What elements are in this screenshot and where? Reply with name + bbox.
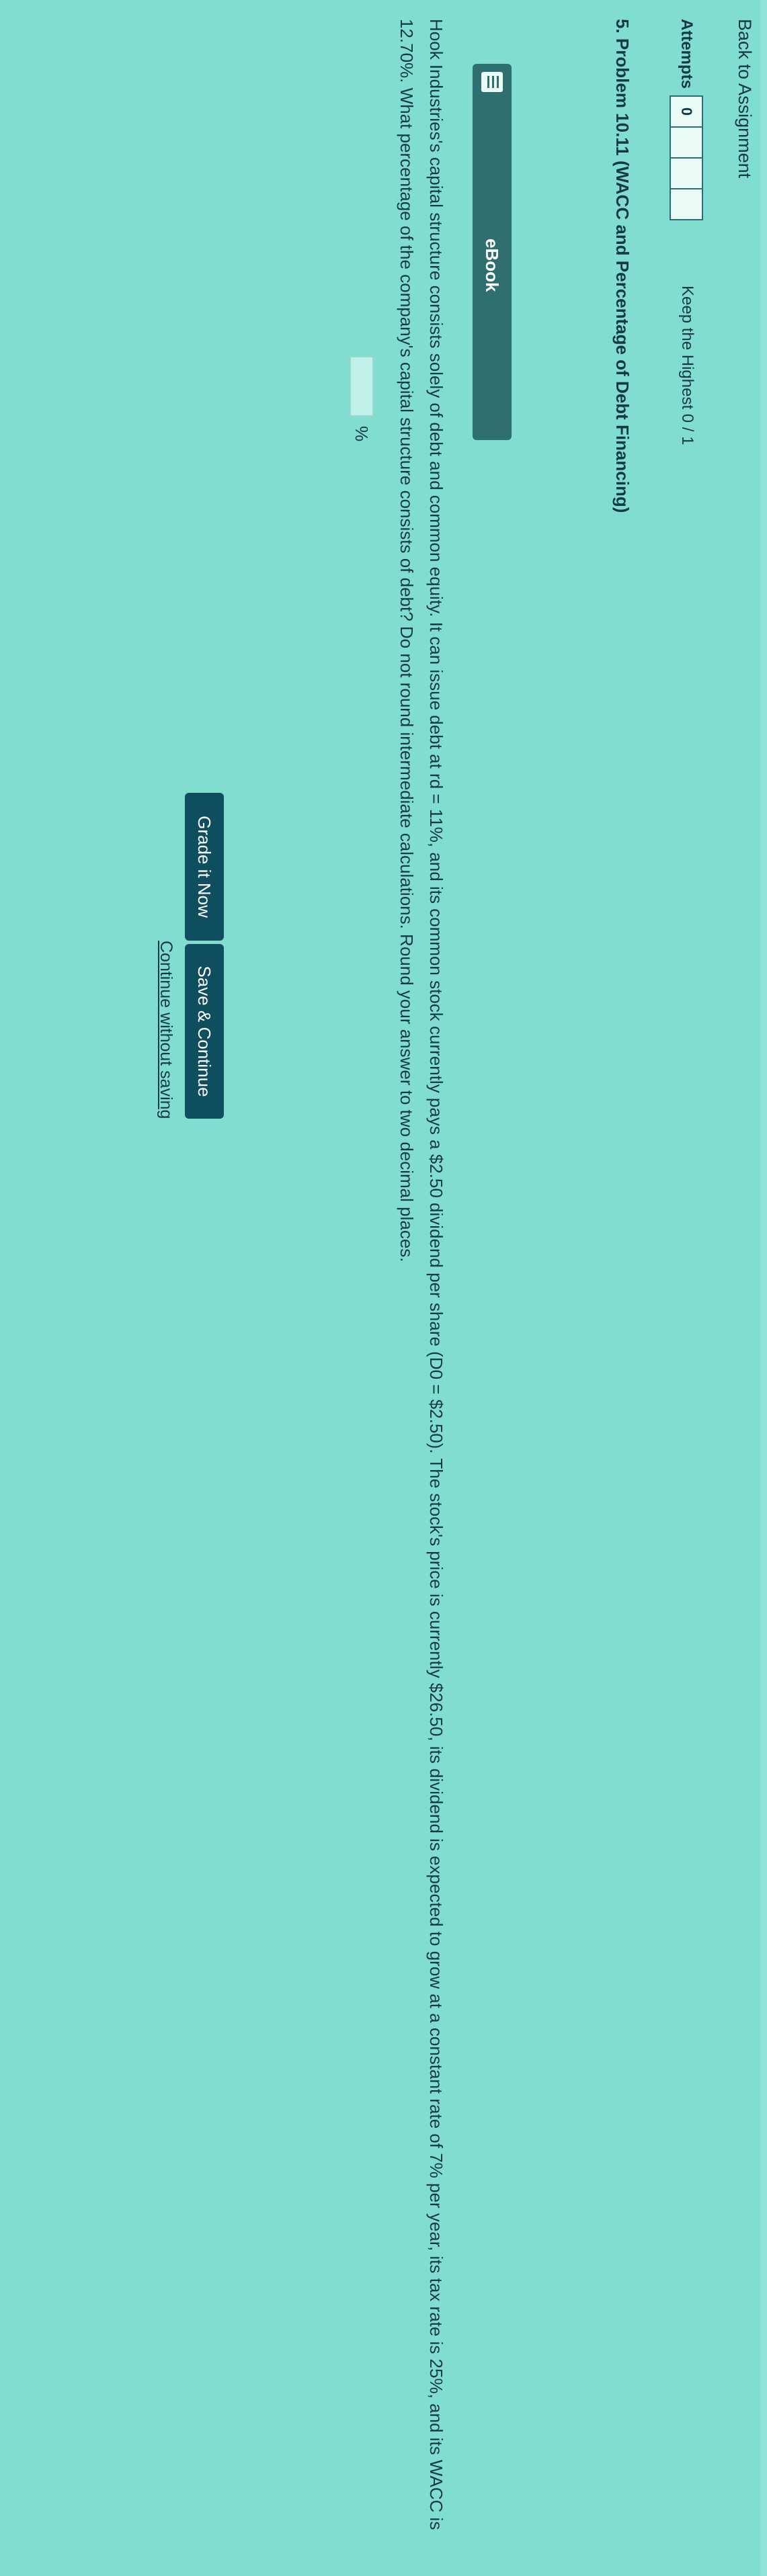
save-and-continue-button[interactable]: Save & Continue: [185, 944, 224, 1119]
attempt-box: [671, 189, 702, 219]
percent-unit: %: [352, 426, 372, 442]
answer-row: %: [350, 356, 374, 441]
answer-input[interactable]: [350, 356, 374, 417]
back-to-assignment-link[interactable]: Back to Assignment: [734, 19, 755, 178]
attempt-box: [671, 128, 702, 159]
problem-title: 5. Problem 10.11 (WACC and Percentage of…: [612, 19, 633, 513]
screen-edge-right: [760, 0, 767, 2576]
book-icon: [481, 72, 503, 92]
ebook-label: eBook: [482, 239, 503, 292]
assignment-page: Back to Assignment Attempts 0 Keep the H…: [0, 0, 767, 2576]
attempt-box: 0: [671, 97, 702, 128]
grade-it-now-button[interactable]: Grade it Now: [185, 793, 224, 941]
ebook-button[interactable]: eBook: [473, 64, 512, 440]
attempts-label: Attempts: [678, 19, 696, 89]
attempt-box: [671, 159, 702, 190]
continue-without-saving-link[interactable]: Continue without saving: [156, 941, 175, 1119]
question-text: Hook Industries's capital structure cons…: [397, 19, 446, 2530]
attempts-section: Attempts 0: [670, 19, 703, 221]
keep-highest-score: Keep the Highest 0 / 1: [678, 286, 696, 445]
attempt-boxes: 0: [670, 95, 703, 221]
